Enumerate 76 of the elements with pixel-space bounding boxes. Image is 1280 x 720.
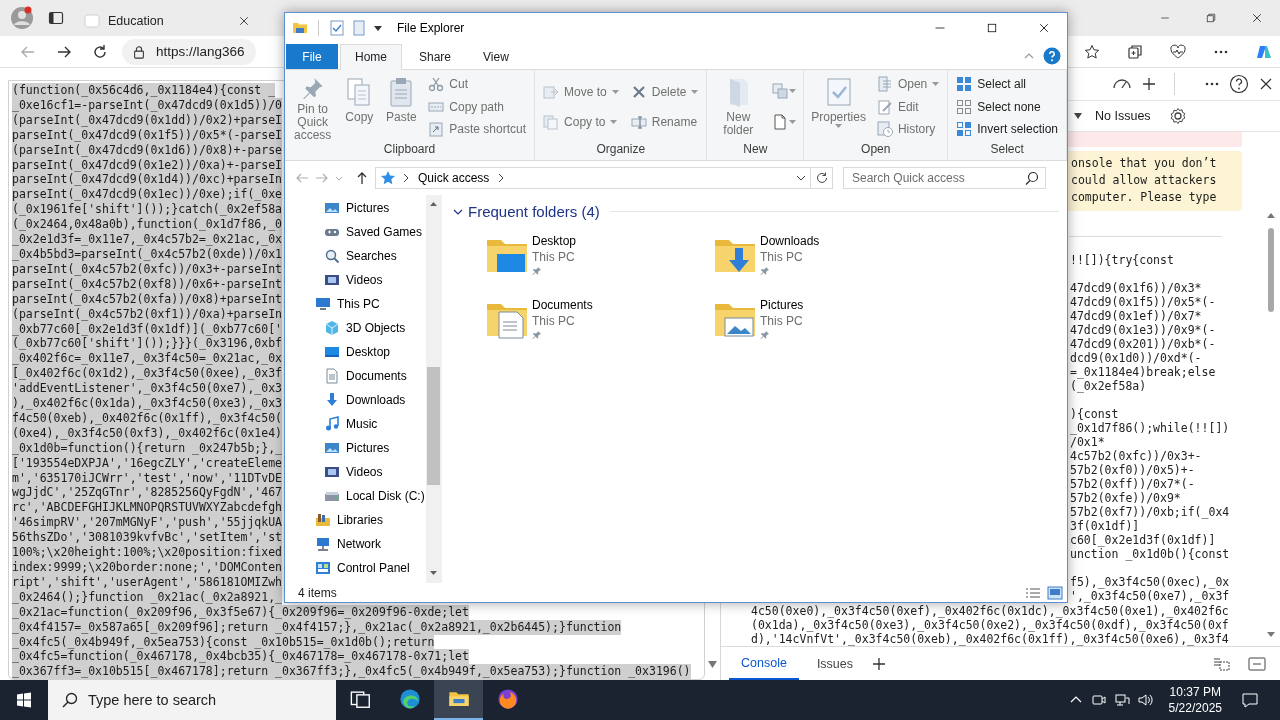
group-label: Organize (595, 141, 647, 158)
code-line: 57b2(0xfe))/0x9* (1070, 491, 1181, 505)
ribbon-tab[interactable]: Share (404, 43, 467, 69)
code-line: =_0x1184e4)break;else (1070, 365, 1216, 379)
folder-tile[interactable]: Desktop This PC (485, 232, 713, 283)
search-input[interactable]: Search Quick access (852, 171, 1025, 186)
tree-item[interactable]: Network (315, 532, 381, 557)
code-line: d),'14cVnfVt',_0x3f4c50(0xeb),_0x402f6c(0x1ff),_0x3f4c50(0xe6),_0x3f4 (751, 632, 1229, 646)
tree-item[interactable]: 3D Objects (324, 316, 406, 341)
folder-name: Desktop (532, 234, 577, 249)
tree-item[interactable]: Music (324, 412, 378, 437)
code-line: 57b2(0xf7))/0xb;if(_0x4 (1070, 505, 1230, 519)
address-bar[interactable]: https://lang366 (122, 38, 256, 65)
tree-item[interactable]: Searches (324, 244, 397, 269)
tree-item[interactable]: Saved Games (324, 220, 423, 245)
browser-tab[interactable]: Education (76, 6, 258, 36)
tree-item[interactable]: Pictures (324, 196, 390, 221)
code-line: 47dcd9(0x201))/0xb*(- (1070, 337, 1216, 351)
folder-tile[interactable]: Downloads This PC (713, 232, 941, 283)
search-field[interactable]: Type here to search (48, 680, 336, 720)
code-line: (0x1da),_0x3f4c50(0xe3),_0x3f4c50(0xe2),_0x3f4c50(0xdf),_0x3f4c50(0xf (751, 618, 1229, 632)
code-line: 57b2(0xf0))/0x5)+- (1070, 463, 1195, 477)
group-label: Clipboard (382, 141, 437, 158)
clock-button[interactable]: 10:37 PM 5/22/2025 (1168, 684, 1222, 716)
folder-location: This PC (760, 314, 803, 329)
ribbon-tab[interactable]: File (286, 43, 338, 69)
folder-location: This PC (532, 314, 575, 329)
section-header: Frequent folders (4) (468, 203, 600, 221)
code-line: _0x1d7f86();while(!![]) (1070, 421, 1230, 435)
code-line: 47dcd9(0x1ef))/0x7* (1070, 309, 1202, 323)
ribbon-tab[interactable]: Home (340, 43, 402, 70)
folder-location: This PC (532, 250, 575, 265)
code-line: f5),_0x3f4c50(0xec),_0x (1070, 575, 1230, 589)
code-line: 47dcd9(0x1f5))/0x5*(- (1070, 295, 1216, 309)
code-line: 47dcd9(0x1e3))/0x9*(- (1070, 323, 1216, 337)
breadcrumb[interactable]: Quick access (416, 171, 492, 186)
folder-tile[interactable]: Documents This PC (485, 296, 713, 347)
code-line: (_0x2ef58a) (1070, 379, 1147, 393)
code-line: ',_0x3f4c50(0xe7),_0x3f (1070, 589, 1230, 603)
ribbon-button[interactable]: Invert selection (953, 119, 1061, 140)
search-input[interactable]: Type here to search (88, 692, 336, 708)
address-bar[interactable]: Quick access (375, 167, 811, 190)
folder-name: Pictures (760, 298, 804, 313)
code-line: dcd9(0x1d0))/0xd*(- (1070, 351, 1202, 365)
tree-item[interactable]: Downloads (324, 388, 406, 413)
code-line: unction _0x1d0b(){const (1070, 547, 1230, 561)
folder-tile[interactable]: Pictures This PC (713, 296, 941, 347)
folder-name: Downloads (760, 234, 820, 249)
ribbon-tab[interactable]: View (468, 43, 524, 69)
ribbon-button[interactable]: Select none (953, 96, 1061, 117)
window-title: File Explorer (397, 21, 465, 35)
code-line: c60[_0x2e1d3f(0x1df)] (1070, 533, 1216, 547)
tree-item[interactable]: Pictures (324, 436, 390, 461)
code-line: 57b2(0xff))/0x7*(- (1070, 477, 1195, 491)
tree-item[interactable]: Videos (324, 268, 383, 293)
issues-count[interactable]: No Issues (1095, 109, 1151, 123)
drawer-tab[interactable]: Issues (804, 647, 865, 680)
tree-item[interactable]: This PC (315, 292, 380, 317)
code-line: 47dcd9(0x1f6))/0x3* (1070, 281, 1202, 295)
tree-item[interactable]: Libraries (315, 508, 384, 533)
tree-item[interactable]: Local Disk (C:) (324, 484, 425, 509)
folder-name: Documents (532, 298, 593, 313)
folder-location: This PC (760, 250, 803, 265)
tree-item[interactable]: Control Panel (315, 556, 410, 581)
code-line: 3f(0x1df)] (1070, 519, 1140, 533)
code-line: /0x1* (1070, 435, 1105, 449)
ribbon-button[interactable]: Select all (953, 74, 1061, 95)
code-line: ){const (1070, 407, 1119, 421)
code-line: !![]){try{const (1070, 253, 1174, 267)
search-field[interactable]: Search Quick access (843, 167, 1046, 190)
code-line: 4c57b2(0xfc))/0x3+- (1070, 449, 1202, 463)
tree-item[interactable]: Desktop (324, 340, 391, 365)
tree-item[interactable]: Documents (324, 364, 407, 389)
code-line: 4c50(0xe0),_0x3f4c50(0xef),_0x402f6c(0x1dc),_0x3f4c50(0xe1),_0x402f6c (751, 604, 1229, 618)
tree-item[interactable]: Videos (324, 460, 383, 485)
status-text: 4 items (298, 585, 338, 600)
